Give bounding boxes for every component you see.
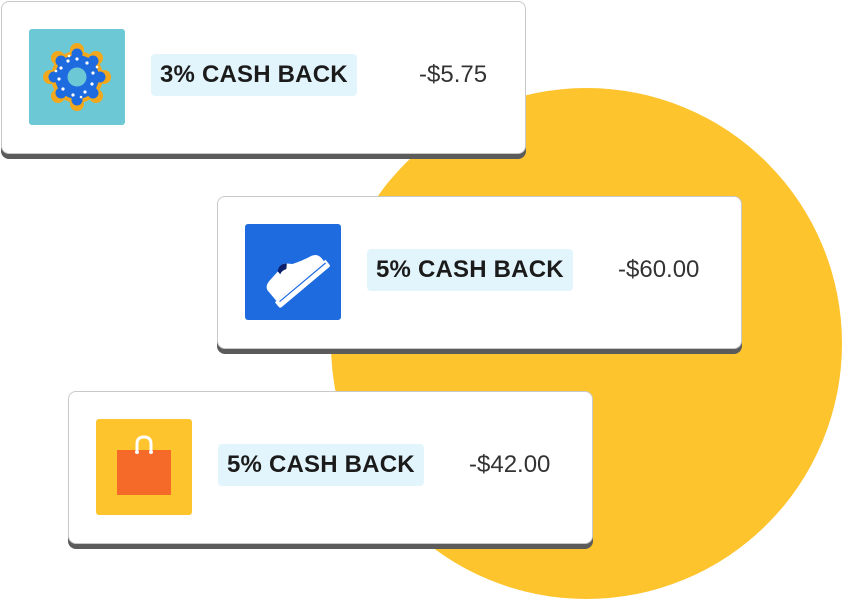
cashback-badge: 5% CASH BACK [367, 249, 573, 291]
transaction-card-shopping-bag: 5% CASH BACK -$42.00 [68, 391, 593, 544]
transaction-card-sneaker: 5% CASH BACK -$60.00 [217, 196, 742, 349]
sneaker-icon [245, 224, 341, 320]
shopping-bag-icon [96, 419, 192, 515]
transaction-amount: -$5.75 [419, 61, 488, 88]
cashback-illustration: 3% CASH BACK -$5.75 5% CASH BACK -$60.00 [0, 0, 842, 600]
donut-tile [29, 29, 125, 125]
donut-icon [29, 29, 125, 125]
cashback-badge: 3% CASH BACK [151, 54, 357, 96]
sneaker-tile [245, 224, 341, 320]
transaction-card-donut: 3% CASH BACK -$5.75 [1, 1, 526, 154]
transaction-amount: -$60.00 [618, 256, 700, 283]
shopping-bag-tile [96, 419, 192, 515]
transaction-amount: -$42.00 [469, 451, 551, 478]
cashback-badge: 5% CASH BACK [218, 444, 424, 486]
